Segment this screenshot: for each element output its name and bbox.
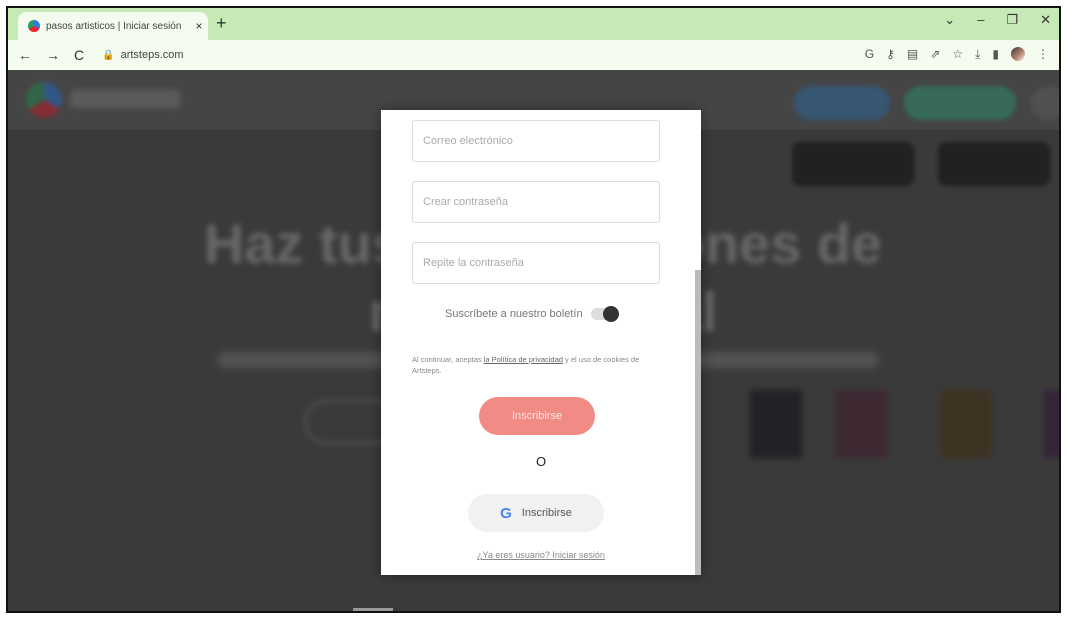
google-signup-button[interactable]: G Inscribirse: [468, 494, 604, 532]
window-controls: ⌄ – ❐ ✕: [944, 12, 1051, 28]
maximize-button[interactable]: ❐: [1006, 12, 1018, 28]
tab-strip: pasos artisticos | Iniciar sesión × + ⌄ …: [8, 8, 1059, 40]
toolbar-actions: G ⚷ ▤ ⇗ ☆ ⤓ ▮ ⋮: [865, 47, 1049, 62]
page-scroll-indicator: [353, 608, 393, 611]
newsletter-toggle[interactable]: [590, 306, 619, 322]
google-translate-icon[interactable]: G: [865, 47, 874, 62]
url-text: artsteps.com: [120, 49, 184, 61]
privacy-policy-link[interactable]: la Política de privacidad: [484, 355, 563, 364]
site-favicon-icon: [28, 20, 40, 32]
new-tab-button[interactable]: +: [216, 13, 227, 34]
minimize-button[interactable]: –: [977, 12, 984, 28]
modal-scrollbar[interactable]: [695, 270, 701, 575]
close-window-button[interactable]: ✕: [1040, 12, 1051, 28]
tab-close-icon[interactable]: ×: [190, 19, 208, 33]
forward-arrow-icon[interactable]: →: [46, 47, 60, 63]
create-password-field[interactable]: [412, 181, 660, 223]
download-icon[interactable]: ⤓: [975, 47, 980, 62]
profile-avatar[interactable]: [1011, 47, 1025, 61]
address-bar[interactable]: 🔒 artsteps.com: [102, 49, 183, 61]
email-field[interactable]: [412, 120, 660, 162]
reload-icon[interactable]: C: [74, 47, 84, 63]
sidebar-icon[interactable]: ▮: [992, 47, 999, 62]
lock-icon: 🔒: [102, 49, 115, 61]
toggle-knob: [602, 306, 619, 322]
newsletter-row: Suscríbete a nuestro boletín: [445, 306, 619, 322]
repeat-password-field[interactable]: [412, 242, 660, 284]
or-divider: O: [535, 454, 547, 469]
tab-search-icon[interactable]: ⌄: [944, 12, 955, 28]
back-arrow-icon[interactable]: ←: [18, 47, 32, 63]
menu-dots-icon[interactable]: ⋮: [1037, 47, 1049, 62]
share-icon[interactable]: ⇗: [930, 47, 940, 62]
browser-tab[interactable]: pasos artisticos | Iniciar sesión ×: [18, 12, 208, 40]
extension-icon[interactable]: ▤: [907, 47, 918, 62]
signup-button[interactable]: Inscribirse: [479, 397, 595, 435]
bookmark-star-icon[interactable]: ☆: [952, 47, 963, 62]
tab-title: pasos artisticos | Iniciar sesión: [46, 20, 182, 32]
signup-modal: Suscríbete a nuestro boletín Al continua…: [381, 110, 701, 575]
legal-notice: Al continuar, aceptas la Política de pri…: [412, 354, 660, 376]
login-link[interactable]: ¿Ya eres usuario? Iniciar sesión: [381, 550, 701, 560]
legal-prefix: Al continuar, aceptas: [412, 355, 482, 364]
google-signup-label: Inscribirse: [521, 507, 572, 519]
browser-toolbar: ← → C 🔒 artsteps.com G ⚷ ▤ ⇗ ☆ ⤓ ▮ ⋮: [8, 40, 1059, 71]
browser-window: pasos artisticos | Iniciar sesión × + ⌄ …: [6, 6, 1061, 613]
newsletter-label: Suscríbete a nuestro boletín: [445, 308, 583, 320]
key-icon[interactable]: ⚷: [886, 47, 895, 62]
google-icon: G: [500, 504, 512, 522]
